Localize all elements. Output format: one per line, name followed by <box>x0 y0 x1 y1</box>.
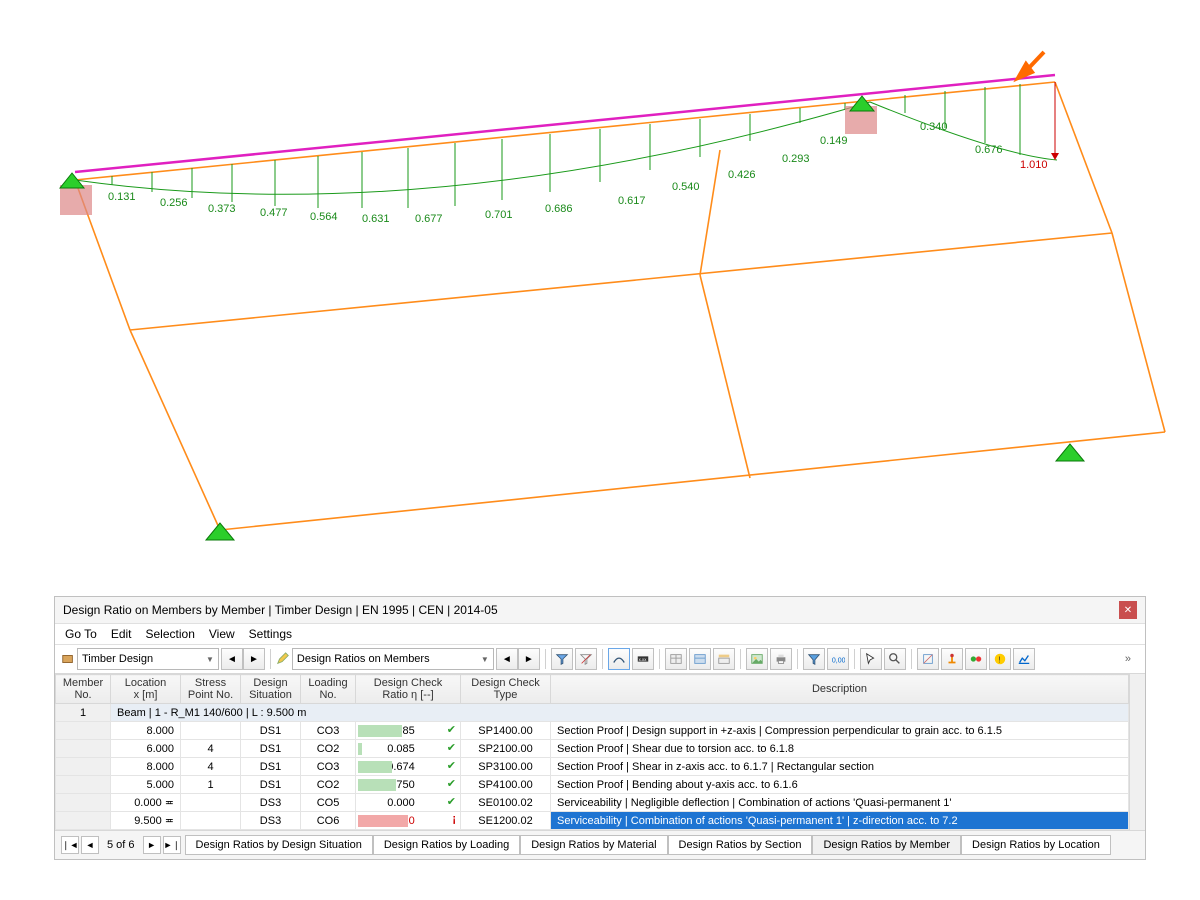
results-panel: Design Ratio on Members by Member | Timb… <box>54 596 1146 860</box>
page-last[interactable]: ►❘ <box>163 836 181 854</box>
col-situation[interactable]: Design Situation <box>241 675 301 704</box>
svg-text:0.426: 0.426 <box>728 169 756 181</box>
print-icon[interactable] <box>770 648 792 670</box>
table-view-icon[interactable] <box>665 648 687 670</box>
toolbar-more[interactable]: » <box>1117 653 1139 665</box>
page-next[interactable]: ► <box>143 836 161 854</box>
filter-clear-icon[interactable] <box>575 648 597 670</box>
chevron-down-icon: ▼ <box>206 655 214 664</box>
svg-text:0.256: 0.256 <box>160 197 188 209</box>
svg-text:0.131: 0.131 <box>108 191 136 203</box>
col-type[interactable]: Design Check Type <box>461 675 551 704</box>
svg-text:0,00: 0,00 <box>832 658 845 665</box>
svg-text:0.373: 0.373 <box>208 203 236 215</box>
menu-view[interactable]: View <box>209 627 235 641</box>
filter-select-icon[interactable] <box>551 648 573 670</box>
tab-5[interactable]: Design Ratios by Location <box>961 835 1111 855</box>
page-first[interactable]: ❘◄ <box>61 836 79 854</box>
tab-2[interactable]: Design Ratios by Material <box>520 835 667 855</box>
col-stress[interactable]: Stress Point No. <box>181 675 241 704</box>
svg-text:0.676: 0.676 <box>975 144 1003 156</box>
decimal-icon[interactable]: 0,00 <box>827 648 849 670</box>
pencil-icon <box>276 652 290 666</box>
picture-icon[interactable] <box>746 648 768 670</box>
menu-selection[interactable]: Selection <box>146 627 195 641</box>
svg-text:0.540: 0.540 <box>672 181 700 193</box>
table-row[interactable]: 0.000 ≖ DS3CO5 0.000✔ SE0100.02 Servicea… <box>56 794 1129 812</box>
search-icon[interactable] <box>884 648 906 670</box>
svg-text:0.677: 0.677 <box>415 213 443 225</box>
panel-title: Design Ratio on Members by Member | Timb… <box>63 603 1119 617</box>
addon-combo[interactable]: Timber Design▼ <box>77 648 219 670</box>
table-row[interactable]: 8.000 DS1CO3 0.885✔ SP1400.00 Section Pr… <box>56 722 1129 740</box>
timber-icon <box>61 652 75 666</box>
col-desc[interactable]: Description <box>551 675 1129 704</box>
group-row[interactable]: 1Beam | 1 - R_M1 140/600 | L : 9.500 m <box>56 704 1129 722</box>
col-location[interactable]: Location x [m] <box>111 675 181 704</box>
vertical-scrollbar[interactable] <box>1129 674 1145 830</box>
results-prev[interactable]: ◄ <box>496 648 518 670</box>
page-prev[interactable]: ◄ <box>81 836 99 854</box>
results-table[interactable]: Member No. Location x [m] Stress Point N… <box>55 674 1129 830</box>
menu-edit[interactable]: Edit <box>111 627 132 641</box>
svg-text:0.631: 0.631 <box>362 213 390 225</box>
tab-3[interactable]: Design Ratios by Section <box>668 835 813 855</box>
tab-0[interactable]: Design Ratios by Design Situation <box>185 835 373 855</box>
svg-text:x.xx: x.xx <box>638 657 647 662</box>
svg-text:0.149: 0.149 <box>820 135 848 147</box>
tool2-icon[interactable] <box>941 648 963 670</box>
addon-prev[interactable]: ◄ <box>221 648 243 670</box>
viewport-3d[interactable]: 0.131 0.256 0.373 0.477 0.564 0.631 0.67… <box>0 0 1200 580</box>
show-values-icon[interactable]: x.xx <box>632 648 654 670</box>
chevron-down-icon: ▼ <box>481 655 489 664</box>
table-colored-icon[interactable] <box>689 648 711 670</box>
svg-text:0.477: 0.477 <box>260 207 288 219</box>
table-row[interactable]: 5.000 1DS1CO2 0.750✔ SP4100.00 Section P… <box>56 776 1129 794</box>
graph-icon[interactable] <box>1013 648 1035 670</box>
close-button[interactable]: ✕ <box>1119 601 1137 619</box>
structure-diagram: 0.131 0.256 0.373 0.477 0.564 0.631 0.67… <box>0 0 1200 580</box>
svg-text:0.701: 0.701 <box>485 209 513 221</box>
menu-settings[interactable]: Settings <box>249 627 292 641</box>
table-row[interactable]: 9.500 ≖ DS3CO6 1.010¡ SE1200.02 Servicea… <box>56 812 1129 830</box>
funnel-icon[interactable] <box>803 648 825 670</box>
col-ratio[interactable]: Design Check Ratio η [--] <box>356 675 461 704</box>
col-member[interactable]: Member No. <box>56 675 111 704</box>
menu-goto[interactable]: Go To <box>65 627 97 641</box>
svg-text:!: ! <box>998 656 1000 665</box>
toolbar: Timber Design▼ ◄► Design Ratios on Membe… <box>55 645 1145 674</box>
col-loading[interactable]: Loading No. <box>301 675 356 704</box>
table-row[interactable]: 8.000 4DS1CO3 0.674✔ SP3100.00 Section P… <box>56 758 1129 776</box>
table-groups-icon[interactable] <box>713 648 735 670</box>
results-next[interactable]: ► <box>518 648 540 670</box>
svg-text:0.293: 0.293 <box>782 153 810 165</box>
table-row[interactable]: 6.000 4DS1CO2 0.085✔ SP2100.00 Section P… <box>56 740 1129 758</box>
svg-text:0.340: 0.340 <box>920 121 948 133</box>
cursor-icon[interactable] <box>860 648 882 670</box>
svg-text:0.564: 0.564 <box>310 211 338 223</box>
svg-text:0.617: 0.617 <box>618 195 646 207</box>
panel-footer: ❘◄ ◄ 5 of 6 ► ►❘ Design Ratios by Design… <box>55 830 1145 859</box>
tab-4[interactable]: Design Ratios by Member <box>812 835 961 855</box>
page-indicator: 5 of 6 <box>107 839 135 851</box>
results-combo[interactable]: Design Ratios on Members▼ <box>292 648 494 670</box>
menubar: Go To Edit Selection View Settings <box>55 624 1145 645</box>
tool3-icon[interactable] <box>965 648 987 670</box>
svg-text:1.010: 1.010 <box>1020 159 1048 171</box>
tool1-icon[interactable] <box>917 648 939 670</box>
tab-1[interactable]: Design Ratios by Loading <box>373 835 520 855</box>
svg-text:0.686: 0.686 <box>545 203 573 215</box>
info-icon[interactable]: ! <box>989 648 1011 670</box>
show-diagram-icon[interactable] <box>608 648 630 670</box>
addon-next[interactable]: ► <box>243 648 265 670</box>
